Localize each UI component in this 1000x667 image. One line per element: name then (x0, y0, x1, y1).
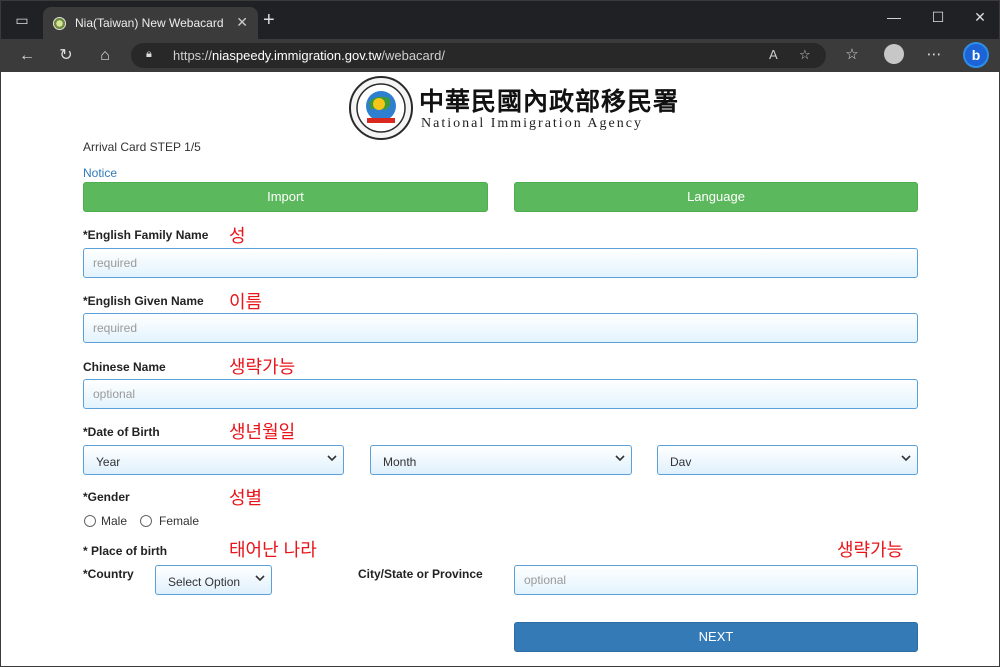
chinese-name-annotation: 생략가능 (229, 357, 296, 377)
family-name-input[interactable] (83, 248, 918, 278)
window-close-icon[interactable]: ✕ (965, 9, 995, 26)
favorites-icon[interactable]: ☆ (841, 45, 863, 63)
chevron-down-icon (327, 455, 337, 462)
language-button[interactable]: Language (514, 182, 918, 212)
new-tab-icon[interactable]: + (263, 10, 275, 30)
next-button[interactable]: NEXT (514, 622, 918, 652)
site-favicon-icon (53, 17, 66, 30)
agency-chinese-name: 中華民國內政部移民署 (419, 87, 680, 116)
chinese-name-label: Chinese Name (83, 360, 166, 374)
gender-annotation: 성별 (229, 488, 263, 508)
address-bar-row: ← ↻ ⌂ 🔒︎ https://niaspeedy.immigration.g… (1, 39, 999, 72)
maximize-icon[interactable]: ☐ (923, 9, 953, 26)
tab-actions-icon[interactable]: ▭ (11, 10, 33, 30)
back-icon[interactable]: ← (15, 44, 39, 68)
url-text: https://niaspeedy.immigration.gov.tw/web… (173, 48, 445, 63)
given-name-input[interactable] (83, 313, 918, 343)
notice-link[interactable]: Notice (83, 166, 117, 180)
place-of-birth-annotation: 태어난 나라 (229, 540, 317, 560)
dob-day-value: Dav (670, 455, 692, 469)
dob-year-value: Year (96, 455, 121, 469)
webpage: 中華民國內政部移民署 National Immigration Agency A… (1, 72, 999, 666)
dob-label: *Date of Birth (83, 425, 160, 439)
dob-month-value: Month (383, 455, 417, 469)
chinese-name-input[interactable] (83, 379, 918, 409)
add-favorite-icon[interactable]: ☆ (799, 47, 811, 63)
profile-avatar[interactable] (884, 44, 904, 64)
import-button[interactable]: Import (83, 182, 488, 212)
gender-male-label[interactable]: Male (101, 514, 127, 528)
browser-window: ▭ Nia(Taiwan) New Webacard ✕ + — ☐ ✕ ← ↻… (0, 0, 1000, 667)
city-annotation: 생략가능 (837, 540, 904, 560)
home-icon[interactable]: ⌂ (93, 44, 117, 68)
dob-year-select[interactable]: Year (83, 445, 344, 475)
url-field[interactable]: 🔒︎ https://niaspeedy.immigration.gov.tw/… (131, 43, 826, 68)
country-label: *Country (83, 567, 134, 581)
country-value: Select Option (168, 575, 241, 589)
dob-annotation: 생년월일 (229, 422, 296, 442)
given-name-label: *English Given Name (83, 294, 204, 308)
lock-icon: 🔒︎ (146, 48, 152, 60)
minimize-icon[interactable]: — (879, 9, 909, 25)
chevron-down-icon (255, 575, 265, 582)
bing-copilot-icon[interactable]: b (963, 42, 989, 68)
agency-header: 中華民國內政部移民署 National Immigration Agency (349, 76, 678, 140)
dob-month-select[interactable]: Month (370, 445, 632, 475)
read-aloud-icon[interactable]: A (769, 47, 778, 62)
tab-title: Nia(Taiwan) New Webacard (75, 16, 224, 30)
tab-close-icon[interactable]: ✕ (236, 14, 248, 31)
place-of-birth-label: * Place of birth (83, 544, 168, 558)
agency-english-name: National Immigration Agency (421, 116, 643, 131)
gender-male-radio[interactable] (84, 515, 96, 527)
step-indicator: Arrival Card STEP 1/5 (83, 140, 201, 154)
browser-tab[interactable]: Nia(Taiwan) New Webacard ✕ (43, 7, 258, 39)
more-menu-icon[interactable]: ⋯ (923, 45, 945, 63)
country-select[interactable]: Select Option (155, 565, 272, 595)
dob-day-select[interactable]: Dav (657, 445, 918, 475)
gender-female-radio[interactable] (140, 515, 152, 527)
chevron-down-icon (615, 455, 625, 462)
gender-label: *Gender (83, 490, 130, 504)
family-name-label: *English Family Name (83, 228, 209, 242)
city-input[interactable] (514, 565, 918, 595)
family-name-annotation: 성 (229, 226, 246, 246)
tab-bar: ▭ Nia(Taiwan) New Webacard ✕ + — ☐ ✕ (1, 1, 999, 39)
refresh-icon[interactable]: ↻ (54, 44, 78, 68)
city-label: City/State or Province (358, 567, 483, 581)
chevron-down-icon (901, 455, 911, 462)
given-name-annotation: 이름 (229, 292, 263, 312)
gender-female-label[interactable]: Female (159, 514, 199, 528)
agency-seal-icon (349, 76, 413, 140)
